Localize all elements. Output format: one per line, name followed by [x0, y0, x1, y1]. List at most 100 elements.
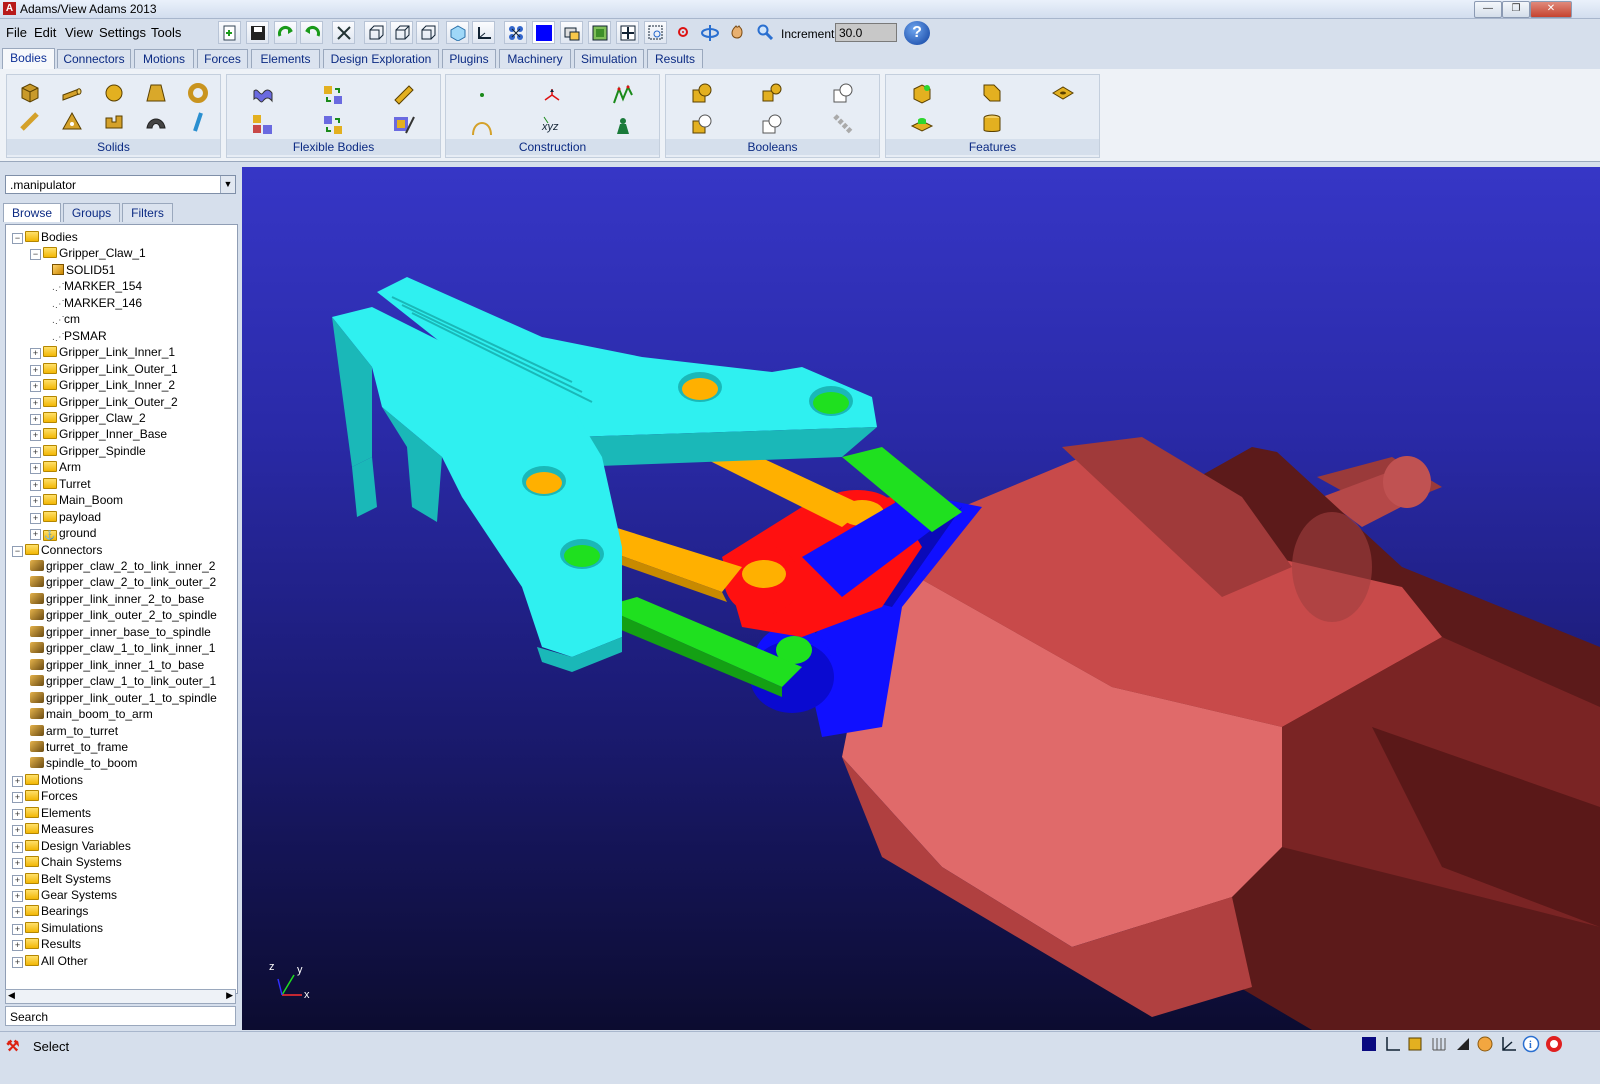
tree-category[interactable]: + Bearings — [12, 903, 88, 919]
menu-edit[interactable]: Edit — [34, 25, 56, 40]
plate-icon[interactable] — [60, 110, 84, 134]
rigid-to-flex-icon[interactable] — [321, 83, 345, 107]
revolution-icon[interactable] — [144, 110, 168, 134]
tab-simulation[interactable]: Simulation — [574, 49, 644, 68]
rotate-icon[interactable] — [698, 21, 721, 44]
flex-edit-icon[interactable] — [392, 113, 416, 137]
expand-icon[interactable]: + — [30, 381, 41, 393]
tree-horizontal-scrollbar[interactable]: ◀ ▶ — [5, 989, 236, 1004]
tree-category[interactable]: + Belt Systems — [12, 871, 111, 887]
hole-icon[interactable] — [504, 21, 527, 44]
graphics-viewport[interactable]: z y x — [242, 167, 1600, 1030]
boolean-split-icon[interactable] — [760, 112, 784, 136]
expand-icon[interactable]: + — [12, 792, 23, 804]
chevron-down-icon[interactable]: ▼ — [220, 176, 235, 193]
expand-icon[interactable]: + — [12, 891, 23, 902]
tree-item[interactable]: + payload — [30, 509, 101, 525]
tree-category[interactable]: + Gear Systems — [12, 887, 117, 903]
tree-category[interactable]: + Elements — [12, 805, 91, 821]
tree-category[interactable]: + Chain Systems — [12, 854, 122, 870]
collapse-icon[interactable]: − — [30, 249, 41, 261]
tree-item[interactable]: gripper_link_outer_2_to_spindle — [30, 607, 217, 623]
redo-icon[interactable] — [274, 21, 297, 44]
globe-toggle-icon[interactable] — [1476, 1035, 1494, 1053]
boolean-chain-icon[interactable] — [831, 112, 855, 136]
tree-item[interactable]: + Turret — [30, 476, 91, 492]
plane-icon[interactable] — [186, 110, 210, 134]
scroll-right-icon[interactable]: ▶ — [226, 990, 233, 1001]
expand-icon[interactable]: + — [12, 874, 23, 886]
shell-icon[interactable] — [980, 112, 1004, 136]
grid-toggle-icon[interactable] — [1430, 1035, 1448, 1053]
info-icon[interactable]: i — [1522, 1035, 1540, 1053]
expand-icon[interactable]: + — [30, 463, 41, 475]
boolean-intersect-icon[interactable] — [831, 81, 855, 105]
tree-category[interactable]: + Forces — [12, 788, 78, 804]
tree-category[interactable]: + Design Variables — [12, 838, 131, 854]
new-model-icon[interactable] — [218, 21, 241, 44]
triad-icon[interactable] — [472, 21, 495, 44]
tab-machinery[interactable]: Machinery — [499, 49, 571, 68]
expand-icon[interactable]: + — [12, 808, 23, 820]
tree-item[interactable]: + Arm — [30, 459, 81, 475]
tree-category[interactable]: + All Other — [12, 953, 88, 969]
tab-elements[interactable]: Elements — [251, 49, 320, 68]
tree-item[interactable]: + Gripper_Inner_Base — [30, 426, 167, 442]
expand-icon[interactable]: + — [12, 907, 23, 919]
extrusion-icon[interactable] — [102, 110, 126, 134]
tab-connectors[interactable]: Connectors — [57, 49, 131, 68]
front-view-icon[interactable] — [364, 21, 387, 44]
expand-icon[interactable]: + — [12, 858, 23, 870]
menu-settings[interactable]: Settings — [99, 25, 146, 40]
chamfer-icon[interactable] — [910, 81, 934, 105]
expand-icon[interactable]: + — [12, 841, 23, 853]
save-icon[interactable] — [246, 21, 269, 44]
blend-icon[interactable] — [980, 81, 1004, 105]
tree-item[interactable]: gripper_claw_2_to_link_outer_2 — [30, 574, 216, 590]
maximize-button[interactable]: ❐ — [1502, 1, 1530, 18]
boss-icon[interactable] — [910, 112, 934, 136]
tab-bodies[interactable]: Bodies — [2, 48, 55, 69]
cylinder-icon[interactable] — [60, 81, 84, 105]
flex-body-icon[interactable] — [251, 83, 275, 107]
collapse-icon[interactable]: − — [12, 233, 23, 244]
triad-toggle-icon[interactable] — [1384, 1035, 1402, 1053]
expand-icon[interactable]: + — [12, 775, 23, 787]
menu-file[interactable]: File — [6, 25, 27, 40]
pan-icon[interactable] — [726, 21, 749, 44]
expand-icon[interactable]: + — [30, 348, 41, 360]
tree-item[interactable]: turret_to_frame — [30, 739, 128, 755]
close-button[interactable]: ✕ — [1530, 1, 1572, 18]
expand-icon[interactable]: + — [30, 446, 41, 458]
tree-item[interactable]: + Gripper_Claw_2 — [30, 410, 146, 426]
sphere-icon[interactable] — [102, 81, 126, 105]
flex-convert-icon[interactable] — [321, 113, 345, 137]
collapse-icon[interactable]: − — [12, 545, 23, 557]
tree-item[interactable]: gripper_claw_1_to_link_inner_1 — [30, 640, 215, 656]
arc-icon[interactable] — [470, 113, 494, 137]
tree-item[interactable]: gripper_claw_1_to_link_outer_1 — [30, 673, 216, 689]
xyz-icon[interactable]: xyz — [540, 113, 564, 137]
tree-item[interactable]: + Main_Boom — [30, 492, 123, 508]
help-button[interactable]: ? — [904, 21, 930, 45]
polyline-icon[interactable] — [611, 83, 635, 107]
increment-input[interactable] — [835, 23, 897, 42]
expand-icon[interactable]: + — [12, 940, 23, 952]
arrow-toggle-icon[interactable] — [1454, 1035, 1472, 1053]
coordinate-toggle-icon[interactable] — [1500, 1035, 1518, 1053]
tree-item[interactable]: gripper_claw_2_to_link_inner_2 — [30, 558, 215, 574]
spline-icon[interactable] — [611, 113, 635, 137]
scroll-left-icon[interactable]: ◀ — [8, 990, 15, 1001]
tab-design-exploration[interactable]: Design Exploration — [323, 49, 439, 68]
render-mode-icon[interactable] — [1360, 1035, 1378, 1053]
torus-icon[interactable] — [186, 81, 210, 105]
tree-item[interactable]: gripper_link_outer_1_to_spindle — [30, 690, 217, 706]
tree-category[interactable]: − Connectors — [12, 542, 102, 558]
tree-item[interactable]: .⋰PSMAR — [52, 328, 107, 344]
box-icon[interactable] — [18, 81, 42, 105]
boolean-cut-icon[interactable] — [690, 112, 714, 136]
zoom-icon[interactable] — [754, 21, 777, 44]
tree-item[interactable]: spindle_to_boom — [30, 755, 137, 771]
tree-item[interactable]: + Gripper_Link_Outer_1 — [30, 361, 178, 377]
hole-feature-icon[interactable] — [1051, 81, 1075, 105]
